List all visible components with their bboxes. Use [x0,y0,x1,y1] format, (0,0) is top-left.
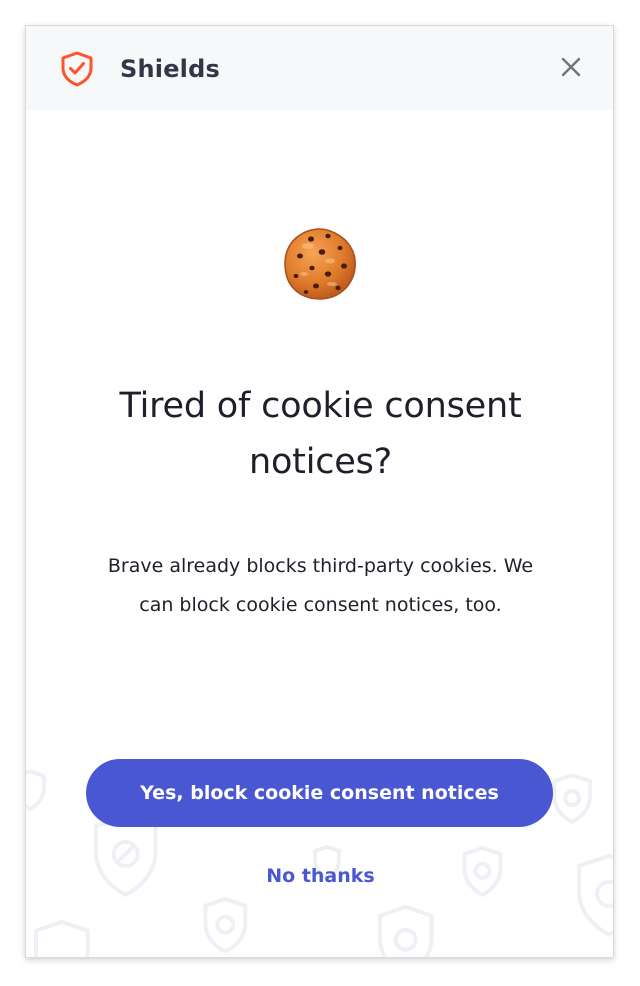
shields-panel: Shields Tired of cookie consent notices?… [25,25,614,958]
description-line: can block cookie consent notices, too. [139,594,502,616]
headline: Tired of cookie consent notices? [66,378,575,490]
headline-line: Tired of cookie consent [119,386,522,426]
header-title: Shields [120,55,220,83]
block-cookie-notices-button[interactable]: Yes, block cookie consent notices [86,759,553,827]
description-line: Brave already blocks third-party cookies… [107,555,534,577]
description: Brave already blocks third-party cookies… [66,547,575,625]
brave-shield-icon [61,51,93,87]
cookie-icon [284,228,356,300]
page: Shields Tired of cookie consent notices?… [0,0,640,986]
close-icon[interactable] [559,55,583,79]
panel-header: Shields [26,26,613,110]
headline-line: notices? [248,442,393,482]
no-thanks-link[interactable]: No thanks [66,861,575,891]
